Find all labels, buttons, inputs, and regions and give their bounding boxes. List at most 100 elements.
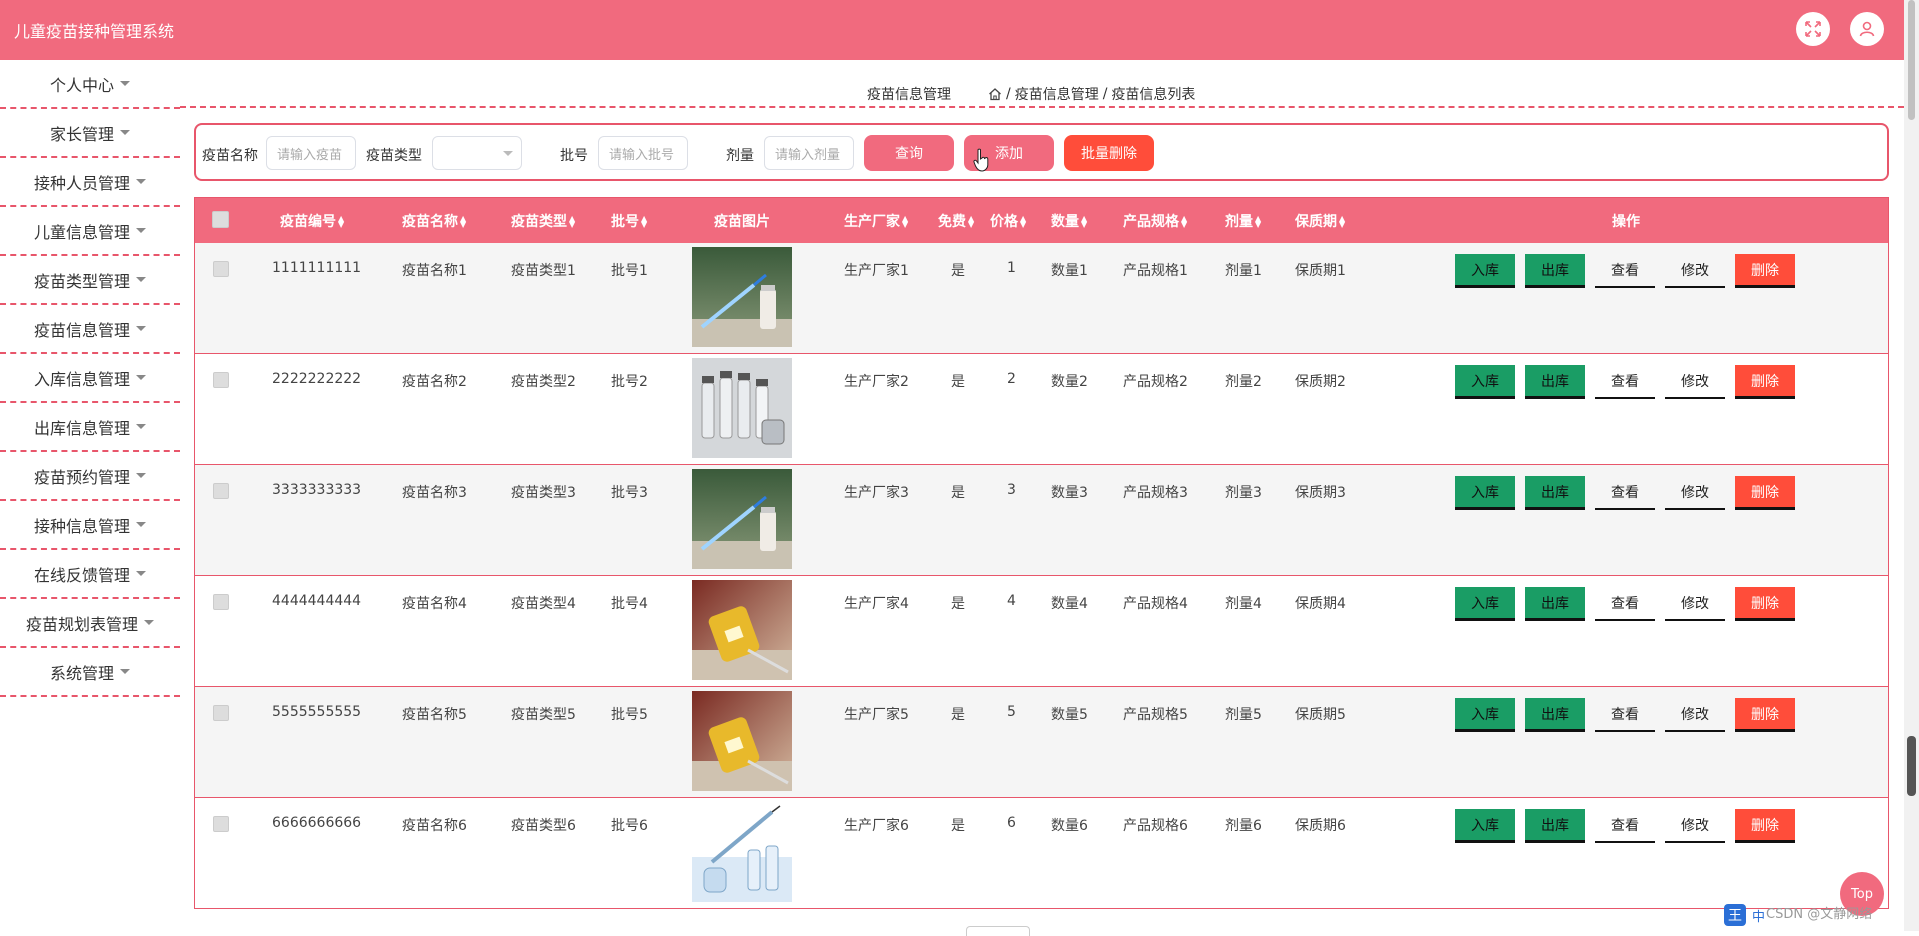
- cell-price: 4: [1007, 593, 1016, 609]
- cell-dose: 剂量5: [1225, 707, 1262, 723]
- del-button[interactable]: 删除: [1735, 698, 1795, 732]
- row-checkbox[interactable]: [213, 483, 229, 499]
- sidebar-item[interactable]: 系统管理: [0, 648, 180, 697]
- sidebar-item[interactable]: 疫苗信息管理: [0, 305, 180, 354]
- vertical-scrollbar[interactable]: [1904, 0, 1919, 931]
- sidebar-item[interactable]: 在线反馈管理: [0, 550, 180, 599]
- search-form: 疫苗名称 请输入疫苗 疫苗类型 批号 请输入批号 剂量 请输入剂量 查询 添加 …: [194, 123, 1889, 181]
- sidebar-item[interactable]: 疫苗类型管理: [0, 256, 180, 305]
- edit-button[interactable]: 修改: [1665, 254, 1725, 288]
- del-button[interactable]: 删除: [1735, 254, 1795, 288]
- sort-icon: ▲ ▼: [338, 214, 345, 229]
- sidebar-item[interactable]: 入库信息管理: [0, 354, 180, 403]
- out-button[interactable]: 出库: [1525, 809, 1585, 843]
- in-button[interactable]: 入库: [1455, 698, 1515, 732]
- sidebar-item[interactable]: 疫苗预约管理: [0, 452, 180, 501]
- out-button[interactable]: 出库: [1525, 476, 1585, 510]
- th-type[interactable]: 疫苗类型 ▲ ▼: [511, 211, 575, 231]
- edit-button[interactable]: 修改: [1665, 809, 1725, 843]
- del-button[interactable]: 删除: [1735, 476, 1795, 510]
- in-button[interactable]: 入库: [1455, 254, 1515, 288]
- view-button[interactable]: 查看: [1595, 587, 1655, 621]
- home-icon[interactable]: [988, 87, 1002, 101]
- sidebar-item[interactable]: 个人中心: [0, 60, 180, 109]
- cell-maker: 生产厂家4: [844, 596, 909, 612]
- sidebar-item[interactable]: 疫苗规划表管理: [0, 599, 180, 648]
- del-button[interactable]: 删除: [1735, 809, 1795, 843]
- cell-type: 疫苗类型2: [511, 374, 576, 390]
- vaccine-image[interactable]: [692, 247, 792, 347]
- del-button[interactable]: 删除: [1735, 587, 1795, 621]
- th-batch[interactable]: 批号 ▲ ▼: [611, 211, 647, 231]
- out-button[interactable]: 出库: [1525, 365, 1585, 399]
- scrollbar-thumb[interactable]: [1908, 0, 1915, 120]
- in-button[interactable]: 入库: [1455, 587, 1515, 621]
- sidebar: 个人中心 家长管理 接种人员管理 儿童信息管理 疫苗类型管理 疫苗信息管理 入库信息管理 出库…: [0, 60, 180, 697]
- th-dose[interactable]: 剂量 ▲ ▼: [1225, 211, 1261, 231]
- ime-logo-icon[interactable]: 王: [1724, 904, 1746, 926]
- view-button[interactable]: 查看: [1595, 698, 1655, 732]
- vaccine-image[interactable]: [692, 802, 792, 902]
- name-search-input[interactable]: 请输入疫苗: [266, 136, 356, 170]
- view-button[interactable]: 查看: [1595, 365, 1655, 399]
- in-button[interactable]: 入库: [1455, 365, 1515, 399]
- dose-search-input[interactable]: 请输入剂量: [764, 136, 854, 170]
- cell-maker: 生产厂家2: [844, 374, 909, 390]
- sidebar-item[interactable]: 出库信息管理: [0, 403, 180, 452]
- row-checkbox[interactable]: [213, 594, 229, 610]
- row-checkbox[interactable]: [213, 261, 229, 277]
- th-price[interactable]: 价格 ▲ ▼: [990, 211, 1026, 231]
- table-body: 1111111111 疫苗名称1 疫苗类型1 批号1 生产厂家1 是 1 数量1 产品规格1 剂量…: [195, 243, 1888, 908]
- fullscreen-icon[interactable]: [1796, 12, 1830, 46]
- edit-button[interactable]: 修改: [1665, 365, 1725, 399]
- th-shelf[interactable]: 保质期 ▲ ▼: [1295, 211, 1345, 231]
- batch-search-input[interactable]: 请输入批号: [598, 136, 688, 170]
- out-button[interactable]: 出库: [1525, 587, 1585, 621]
- ime-lang[interactable]: 中: [1752, 906, 1765, 925]
- cell-dose: 剂量4: [1225, 596, 1262, 612]
- th-free[interactable]: 免费 ▲ ▼: [938, 211, 974, 231]
- sidebar-item[interactable]: 接种信息管理: [0, 501, 180, 550]
- chevron-down-icon: [136, 277, 146, 282]
- edit-button[interactable]: 修改: [1665, 476, 1725, 510]
- pagination[interactable]: [966, 926, 1030, 936]
- app-title: 儿童疫苗接种管理系统: [14, 22, 175, 41]
- view-button[interactable]: 查看: [1595, 809, 1655, 843]
- th-code[interactable]: 疫苗编号 ▲ ▼: [280, 211, 344, 231]
- batch-delete-button[interactable]: 批量删除: [1064, 135, 1154, 171]
- th-qty[interactable]: 数量 ▲ ▼: [1051, 211, 1087, 231]
- sidebar-item[interactable]: 接种人员管理: [0, 158, 180, 207]
- vaccine-image[interactable]: [692, 469, 792, 569]
- cell-price: 3: [1007, 482, 1016, 498]
- cell-spec: 产品规格2: [1123, 374, 1188, 390]
- sidebar-item[interactable]: 家长管理: [0, 109, 180, 158]
- edit-button[interactable]: 修改: [1665, 587, 1725, 621]
- in-button[interactable]: 入库: [1455, 476, 1515, 510]
- del-button[interactable]: 删除: [1735, 365, 1795, 399]
- out-button[interactable]: 出库: [1525, 254, 1585, 288]
- view-button[interactable]: 查看: [1595, 254, 1655, 288]
- row-checkbox[interactable]: [213, 816, 229, 832]
- row-checkbox[interactable]: [213, 372, 229, 388]
- user-icon[interactable]: [1850, 12, 1884, 46]
- vaccine-image[interactable]: [692, 691, 792, 791]
- view-button[interactable]: 查看: [1595, 476, 1655, 510]
- th-name[interactable]: 疫苗名称 ▲ ▼: [402, 211, 466, 231]
- vaccine-image[interactable]: [692, 358, 792, 458]
- edit-button[interactable]: 修改: [1665, 698, 1725, 732]
- select-all-checkbox[interactable]: [212, 211, 229, 228]
- cell-free: 是: [951, 263, 965, 279]
- query-button[interactable]: 查询: [864, 135, 954, 171]
- out-button[interactable]: 出库: [1525, 698, 1585, 732]
- th-maker[interactable]: 生产厂家 ▲ ▼: [844, 211, 908, 231]
- sort-icon: ▲ ▼: [1255, 214, 1262, 229]
- breadcrumb-link[interactable]: 疫苗信息管理: [1015, 84, 1099, 104]
- type-select[interactable]: [432, 136, 522, 170]
- sidebar-item[interactable]: 儿童信息管理: [0, 207, 180, 256]
- watermark: CSDN @文静网络: [1766, 907, 1873, 922]
- row-checkbox[interactable]: [213, 705, 229, 721]
- in-button[interactable]: 入库: [1455, 809, 1515, 843]
- vaccine-image[interactable]: [692, 580, 792, 680]
- th-spec[interactable]: 产品规格 ▲ ▼: [1123, 211, 1187, 231]
- cell-batch: 批号1: [611, 263, 648, 279]
